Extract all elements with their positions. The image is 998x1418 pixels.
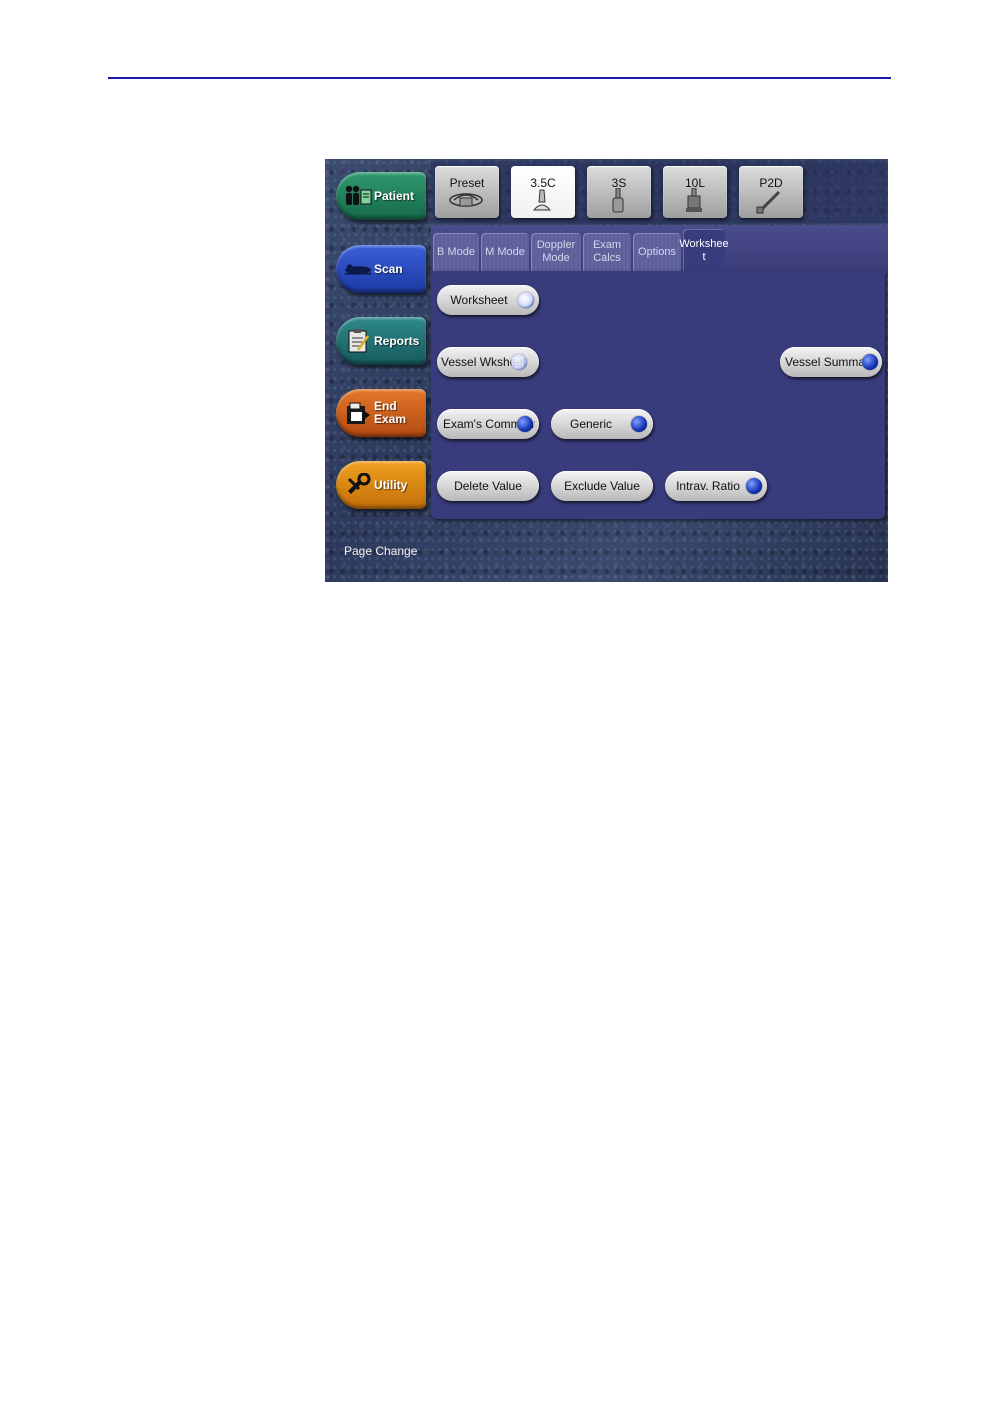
intrav-ratio-label: Intrav. Ratio <box>676 479 740 493</box>
exclude-value-button[interactable]: Exclude Value <box>551 471 653 501</box>
preset-button[interactable]: Preset <box>435 166 499 218</box>
mode-tab-strip: B Mode M Mode Doppler Mode Exam Calcs Op… <box>431 225 888 273</box>
exams-comments-button[interactable]: Exam's Comments <box>437 409 539 439</box>
worksheet-button-label: Worksheet <box>450 293 508 307</box>
tab-worksheet-line2: t <box>702 251 706 263</box>
end-exam-label-line2: Exam <box>374 412 407 426</box>
probe-10l-button[interactable]: 10L <box>663 166 727 218</box>
scan-icon <box>344 256 372 282</box>
intrav-ratio-button[interactable]: Intrav. Ratio <box>665 471 767 501</box>
tab-exam-line1: Exam <box>592 239 622 251</box>
tab-worksheet[interactable]: Workshee t <box>679 229 729 273</box>
patient-label: Patient <box>374 188 415 203</box>
exclude-value-label: Exclude Value <box>564 479 640 493</box>
tab-doppler-line2: Mode <box>542 252 570 264</box>
vessel-summary-button[interactable]: Vessel Summary <box>780 347 882 377</box>
exams-comments-indicator-icon <box>517 416 533 432</box>
delete-value-button[interactable]: Delete Value <box>437 471 539 501</box>
generic-label: Generic <box>569 417 613 431</box>
end-exam-label-line1: End <box>374 399 397 413</box>
probe-bar: Preset 3.5C 3S 10L P2D <box>431 161 888 223</box>
tab-exam-calcs-label: Exam Calcs <box>593 239 621 265</box>
curved-probe-icon <box>532 189 552 211</box>
patient-icon <box>344 183 372 209</box>
generic-indicator-icon <box>631 416 647 432</box>
end-exam-icon <box>344 400 372 426</box>
tab-doppler-line1: Doppler <box>536 239 576 251</box>
pencil-probe-icon <box>756 190 781 214</box>
tab-doppler-mode[interactable]: Doppler Mode <box>531 233 581 271</box>
worksheet-button[interactable]: Worksheet <box>437 285 539 315</box>
end-exam-button[interactable]: End Exam <box>336 389 426 437</box>
worksheet-indicator-icon <box>518 292 534 308</box>
delete-value-label: Delete Value <box>454 479 522 493</box>
page-change-label[interactable]: Page Change <box>344 544 417 558</box>
vessel-wksheet-button[interactable]: Vessel Wksheet <box>437 347 539 377</box>
tab-worksheet-line1: Workshee <box>679 238 729 250</box>
tab-worksheet-label: Workshee t <box>679 238 728 264</box>
page-header-rule <box>108 77 891 79</box>
probe-p2d-button[interactable]: P2D <box>739 166 803 218</box>
vessel-wksheet-indicator-icon <box>511 354 527 370</box>
linear-probe-icon <box>686 188 702 212</box>
intrav-ratio-indicator-icon <box>746 478 762 494</box>
utility-icon <box>344 472 372 498</box>
end-exam-label: End Exam <box>374 400 406 426</box>
tab-exam-line2: Calcs <box>593 252 621 264</box>
probe-3-5c-button[interactable]: 3.5C <box>511 166 575 218</box>
utility-label: Utility <box>374 477 408 492</box>
tab-doppler-mode-label: Doppler Mode <box>537 239 576 265</box>
tab-m-mode-label: M Mode <box>485 245 525 258</box>
tab-b-mode[interactable]: B Mode <box>433 233 479 271</box>
tab-options[interactable]: Options <box>633 233 681 271</box>
scan-button[interactable]: Scan <box>336 245 426 293</box>
ultrasound-touch-panel: Patient Scan Reports End Exam Utility Pa… <box>325 159 888 582</box>
utility-button[interactable]: Utility <box>336 461 426 509</box>
vessel-summary-indicator-icon <box>862 354 878 370</box>
reports-icon <box>344 328 372 354</box>
tab-b-mode-label: B Mode <box>437 245 475 258</box>
sector-probe-icon <box>612 188 624 213</box>
tab-exam-calcs[interactable]: Exam Calcs <box>583 233 631 271</box>
preset-icon <box>449 193 483 207</box>
scan-label: Scan <box>374 261 403 276</box>
tab-m-mode[interactable]: M Mode <box>481 233 529 271</box>
tab-options-label: Options <box>638 245 676 258</box>
patient-button[interactable]: Patient <box>336 172 426 220</box>
worksheet-panel: Worksheet Vessel Wksheet Vessel Summary … <box>431 271 885 519</box>
generic-button[interactable]: Generic <box>551 409 653 439</box>
reports-label: Reports <box>374 333 420 348</box>
reports-button[interactable]: Reports <box>336 317 426 365</box>
probe-3s-button[interactable]: 3S <box>587 166 651 218</box>
